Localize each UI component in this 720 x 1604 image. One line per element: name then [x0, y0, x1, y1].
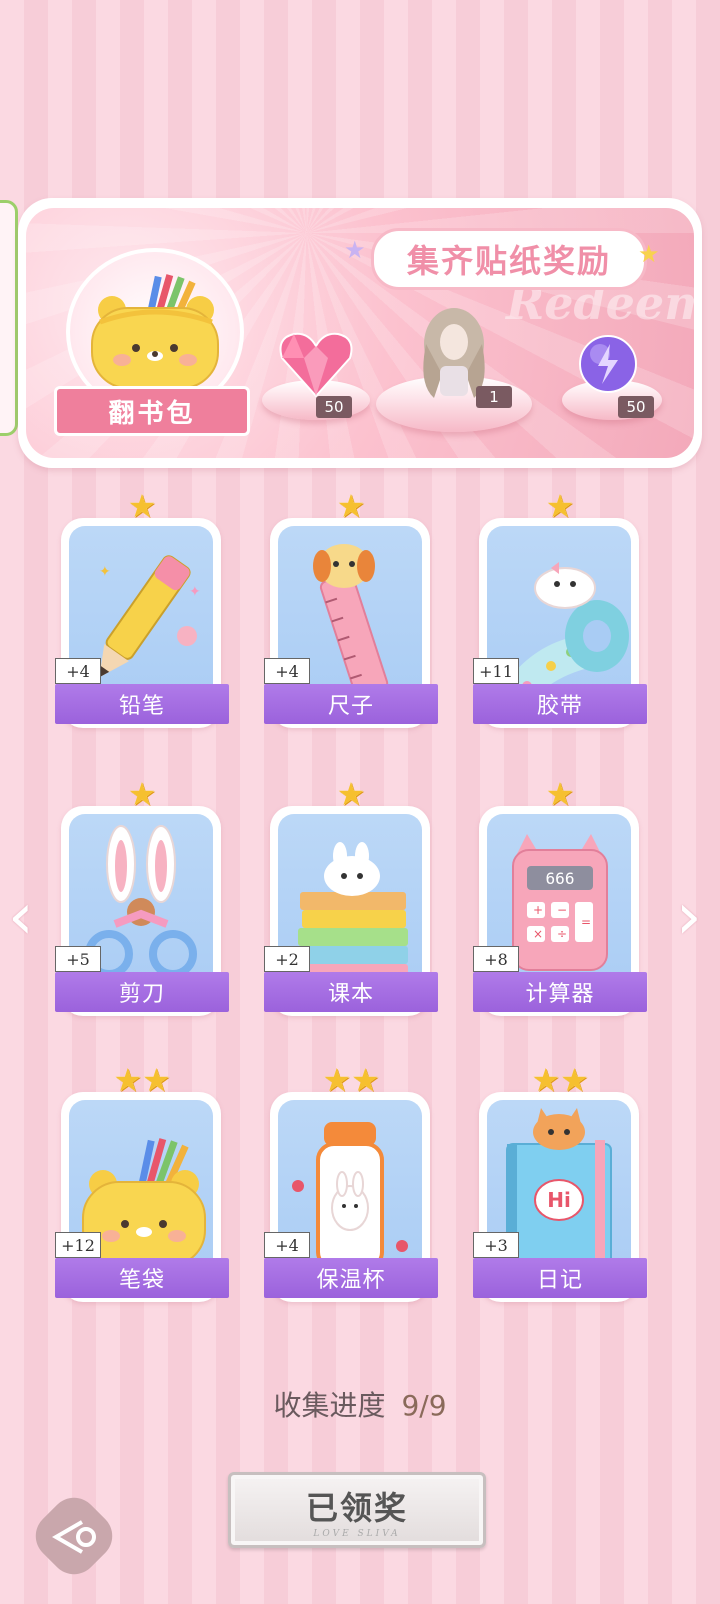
bag-name-label: 翻书包: [54, 386, 250, 436]
star-deco-icon: ★: [344, 236, 366, 264]
purple-energy-orb-icon: [579, 335, 637, 393]
pencil-case-icon: [91, 274, 219, 389]
star-deco-icon: ★: [638, 240, 660, 268]
pink-diamond-heart-icon: [279, 332, 353, 398]
sticker-card-thermos[interactable]: ★★ 保温杯 +4: [264, 1062, 438, 1312]
sticker-card-pencil[interactable]: ★ ✦ ✦ 铅笔 +4: [55, 488, 229, 738]
previous-page-arrow-icon[interactable]: ‹: [8, 880, 34, 954]
sticker-card-pencil-case[interactable]: ★★ 笔袋 +12: [55, 1062, 229, 1312]
sticker-name: 剪刀: [55, 972, 229, 1012]
sticker-name: 胶带: [473, 684, 647, 724]
sticker-name: 尺子: [264, 684, 438, 724]
sticker-card-textbook[interactable]: ★ 课本 +2: [264, 776, 438, 1026]
progress-value: 9/9: [401, 1389, 447, 1422]
claimed-button[interactable]: 已领奖 LOVE SLIVA: [228, 1472, 486, 1548]
sticker-plus-value: +4: [264, 658, 310, 684]
sticker-name: 铅笔: [55, 684, 229, 724]
svg-text:✦: ✦: [189, 584, 201, 600]
reward-outfit[interactable]: 1: [376, 304, 536, 434]
diary-hi-text: Hi: [547, 1188, 571, 1212]
reward-energy[interactable]: 50: [558, 320, 678, 430]
svg-text:✦: ✦: [99, 564, 111, 580]
sticker-name: 保温杯: [264, 1258, 438, 1298]
progress-label: 收集进度: [273, 1389, 386, 1422]
sticker-name: 笔袋: [55, 1258, 229, 1298]
sticker-name: 日记: [473, 1258, 647, 1298]
sticker-plus-value: +5: [55, 946, 101, 972]
reward-count: 1: [476, 386, 512, 408]
collection-progress: 收集进度 9/9: [0, 1384, 720, 1424]
sticker-plus-value: +11: [473, 658, 519, 684]
claimed-button-subtext: LOVE SLIVA: [313, 1529, 401, 1539]
sticker-plus-value: +4: [55, 658, 101, 684]
svg-text:×: ×: [533, 927, 543, 941]
svg-text:+: +: [533, 903, 543, 917]
sticker-card-ruler[interactable]: ★ 尺子 +4: [264, 488, 438, 738]
sticker-name: 计算器: [473, 972, 647, 1012]
svg-text:=: =: [581, 915, 591, 929]
reward-count: 50: [316, 396, 352, 418]
sticker-card-tape[interactable]: ★ 胶带 +11: [473, 488, 647, 738]
sticker-card-scissors[interactable]: ★ 剪刀 +5: [55, 776, 229, 1026]
sticker-plus-value: +2: [264, 946, 310, 972]
sticker-plus-value: +4: [264, 1232, 310, 1258]
reward-count: 50: [618, 396, 654, 418]
side-tab[interactable]: [0, 200, 18, 436]
sticker-plus-value: +3: [473, 1232, 519, 1258]
sticker-name: 课本: [264, 972, 438, 1012]
next-page-arrow-icon[interactable]: ›: [676, 880, 702, 954]
sticker-card-diary[interactable]: ★★ Hi 日记 +3: [473, 1062, 647, 1312]
calculator-display: 666: [545, 869, 575, 888]
svg-text:÷: ÷: [557, 927, 567, 941]
banner-title: 集齐贴纸奖励: [371, 228, 647, 290]
sticker-card-calculator[interactable]: ★ + − × ÷ = 666 计算器 +8: [473, 776, 647, 1026]
svg-text:−: −: [557, 903, 567, 917]
sticker-plus-value: +8: [473, 946, 519, 972]
sticker-plus-value: +12: [55, 1232, 101, 1258]
reward-diamond[interactable]: 50: [258, 320, 378, 430]
back-arrow-icon: [51, 1520, 96, 1554]
claimed-button-label: 已领奖: [305, 1489, 408, 1527]
reward-banner: Redeem 集齐贴纸奖励 ★ ★ 翻书包 50 1 50: [18, 198, 702, 468]
